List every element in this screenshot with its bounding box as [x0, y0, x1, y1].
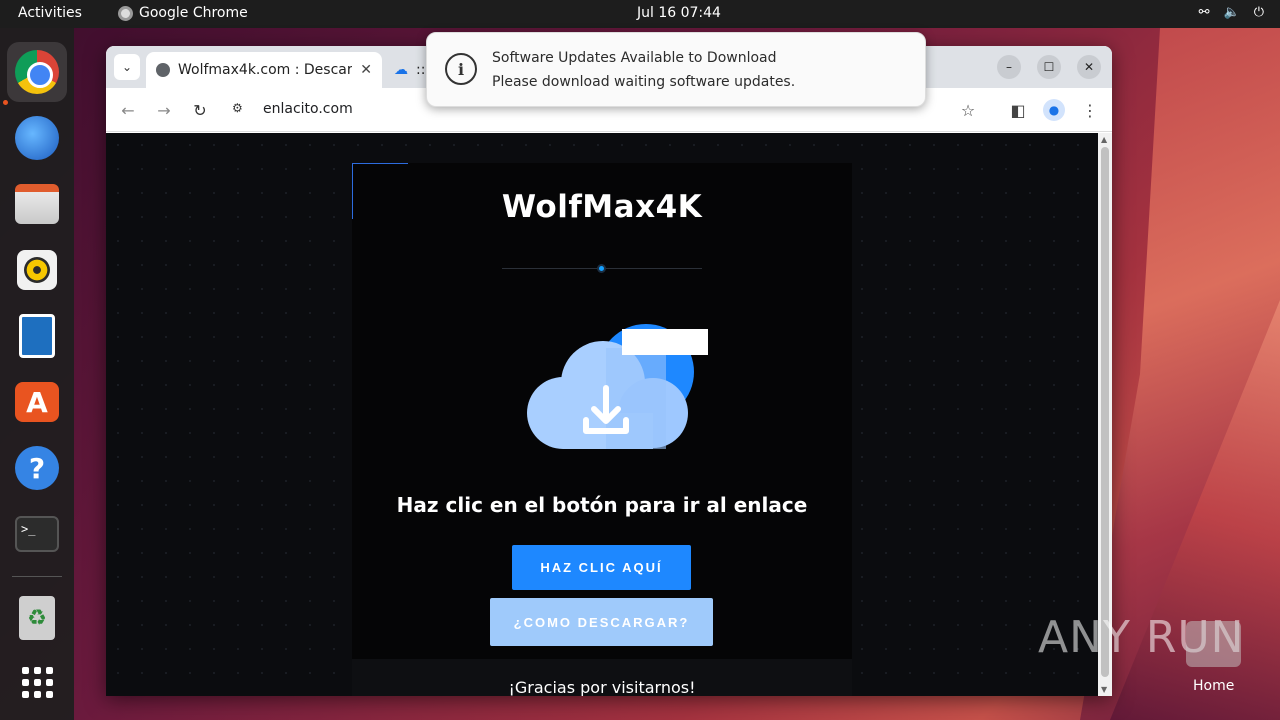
tab-search-button[interactable]: ⌄ [114, 54, 140, 80]
power-icon: ⏻ [1253, 5, 1264, 20]
help-icon: ? [15, 446, 59, 490]
dock-rhythmbox[interactable] [7, 240, 67, 300]
trash-icon: ♻ [19, 596, 55, 640]
tab-close-icon[interactable]: ✕ [360, 62, 372, 78]
dock-app-center[interactable]: A [7, 372, 67, 432]
dock-show-apps[interactable] [7, 652, 67, 712]
chrome-icon [15, 50, 59, 94]
rhythmbox-icon [17, 250, 57, 290]
minimize-icon: – [1006, 60, 1012, 74]
page-headline: Haz clic en el botón para ir al enlace [396, 493, 808, 517]
app-menu[interactable]: Google Chrome [118, 5, 248, 21]
more-vert-icon: ⋮ [1082, 100, 1098, 120]
apps-grid-icon [21, 666, 53, 698]
clock[interactable]: Jul 16 07:44 [637, 5, 721, 21]
scroll-up-icon[interactable]: ▲ [1101, 135, 1107, 144]
divider-dot [597, 264, 606, 273]
tab-active[interactable]: Wolfmax4k.com : Descar ✕ [146, 52, 382, 88]
scroll-down-icon[interactable]: ▼ [1101, 685, 1107, 694]
running-indicator [3, 100, 8, 105]
dock-files[interactable] [7, 174, 67, 234]
maximize-icon: ☐ [1043, 60, 1055, 74]
home-label[interactable]: Home [1193, 678, 1234, 694]
chevron-down-icon: ⌄ [121, 60, 133, 74]
reload-button[interactable]: ↻ [188, 98, 212, 122]
globe-icon [156, 63, 170, 77]
back-button[interactable]: ← [116, 98, 140, 122]
volume-icon: 🔈 [1223, 5, 1240, 20]
dock-help[interactable]: ? [7, 438, 67, 498]
reload-icon: ↻ [193, 100, 207, 120]
close-icon: ✕ [1083, 60, 1095, 74]
writer-icon [19, 314, 55, 358]
site-brand: WolfMax4K [501, 189, 703, 225]
dock-trash[interactable]: ♻ [7, 588, 67, 648]
network-icon: ⚯ [1198, 5, 1210, 20]
page-content: WolfMax4K Haz clic en el botón para ir a… [106, 133, 1098, 696]
side-panel-button[interactable]: ◧ [1007, 99, 1029, 121]
close-window-button[interactable]: ✕ [1077, 55, 1101, 79]
tab-title: :: [416, 62, 426, 78]
minimize-button[interactable]: – [997, 55, 1021, 79]
terminal-icon: >_ [15, 516, 59, 552]
dock-chrome[interactable] [7, 42, 67, 102]
browser-window: ⌄ Wolfmax4k.com : Descar ✕ ☁ :: – ☐ ✕ ← … [106, 46, 1112, 696]
profile-icon: ● [1048, 103, 1060, 117]
chrome-icon [118, 5, 133, 21]
system-tray[interactable]: ⚯ 🔈 ⏻ [1199, 5, 1264, 20]
click-here-button[interactable]: HAZ CLIC AQUÍ [512, 545, 691, 590]
arrow-left-icon: ← [121, 100, 135, 120]
how-to-download-button[interactable]: ¿COMO DESCARGAR? [490, 598, 713, 646]
app-name: Google Chrome [139, 5, 248, 21]
star-icon: ☆ [960, 100, 976, 120]
bookmark-button[interactable]: ☆ [957, 99, 979, 121]
activities-button[interactable]: Activities [18, 5, 82, 21]
info-icon: i [445, 53, 477, 85]
site-info-button[interactable]: ⚙ [232, 101, 243, 115]
tab-second[interactable]: ☁ :: [384, 52, 426, 88]
side-panel-icon: ◧ [1010, 100, 1026, 120]
thunderbird-icon [15, 116, 59, 160]
update-notification[interactable]: i Software Updates Available to Download… [426, 32, 926, 107]
redaction-box [622, 329, 708, 355]
scrollbar-thumb[interactable] [1101, 147, 1109, 677]
dock-thunderbird[interactable] [7, 108, 67, 168]
menu-button[interactable]: ⋮ [1079, 99, 1101, 121]
arrow-right-icon: → [157, 100, 171, 120]
notification-title: Software Updates Available to Download [492, 50, 777, 66]
tab-title: Wolfmax4k.com : Descar [178, 62, 353, 78]
thanks-text: ¡Gracias por visitarnos! [508, 678, 696, 696]
dock-writer[interactable] [7, 306, 67, 366]
forward-button[interactable]: → [152, 98, 176, 122]
address-bar[interactable]: enlacito.com [263, 101, 353, 117]
dock-separator [12, 576, 62, 577]
dock: A ? >_ ♻ [0, 28, 74, 720]
profile-button[interactable]: ● [1043, 99, 1065, 121]
app-center-icon: A [15, 382, 59, 422]
tune-icon: ⚙ [232, 101, 243, 115]
files-icon [15, 184, 59, 224]
dock-terminal[interactable]: >_ [7, 504, 67, 564]
cloud-download-icon: ☁ [394, 62, 408, 78]
top-bar: Activities Google Chrome Jul 16 07:44 ⚯ … [0, 0, 1280, 28]
maximize-button[interactable]: ☐ [1037, 55, 1061, 79]
notification-body: Please download waiting software updates… [492, 74, 796, 90]
home-folder-icon[interactable] [1186, 621, 1241, 667]
